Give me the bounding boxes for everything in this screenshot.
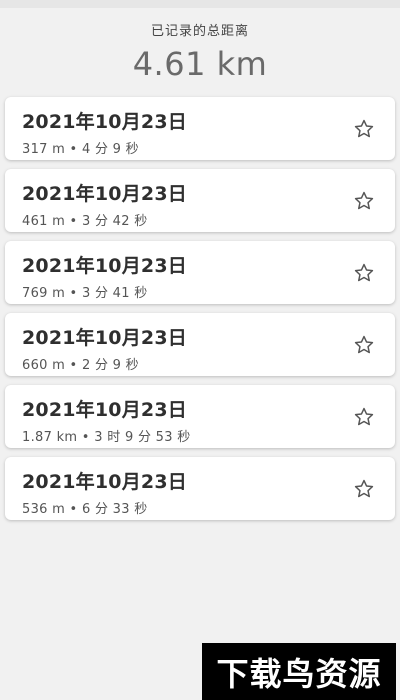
star-outline-icon[interactable] — [353, 190, 375, 212]
record-date: 2021年10月23日 — [22, 471, 187, 493]
record-date: 2021年10月23日 — [22, 255, 187, 277]
star-outline-icon[interactable] — [353, 406, 375, 428]
star-outline-icon[interactable] — [353, 334, 375, 356]
record-date: 2021年10月23日 — [22, 327, 187, 349]
record-meta: 1.87 km • 3 时 9 分 53 秒 — [22, 430, 191, 445]
total-distance-value: 4.61 km — [132, 45, 268, 83]
record-card[interactable]: 2021年10月23日 536 m • 6 分 33 秒 — [5, 457, 395, 520]
record-meta: 660 m • 2 分 9 秒 — [22, 358, 139, 373]
record-card[interactable]: 2021年10月23日 317 m • 4 分 9 秒 — [5, 97, 395, 160]
record-meta: 317 m • 4 分 9 秒 — [22, 142, 139, 157]
star-outline-icon[interactable] — [353, 478, 375, 500]
summary-header: 已记录的总距离 4.61 km — [0, 20, 400, 83]
record-card[interactable]: 2021年10月23日 1.87 km • 3 时 9 分 53 秒 — [5, 385, 395, 448]
record-card[interactable]: 2021年10月23日 769 m • 3 分 41 秒 — [5, 241, 395, 304]
record-date: 2021年10月23日 — [22, 183, 187, 205]
record-meta: 769 m • 3 分 41 秒 — [22, 286, 148, 301]
record-list: 2021年10月23日 317 m • 4 分 9 秒 2021年10月23日 … — [5, 97, 395, 529]
star-outline-icon[interactable] — [353, 118, 375, 140]
total-distance-label: 已记录的总距离 — [150, 24, 249, 39]
record-card[interactable]: 2021年10月23日 660 m • 2 分 9 秒 — [5, 313, 395, 376]
record-date: 2021年10月23日 — [22, 399, 187, 421]
record-meta: 536 m • 6 分 33 秒 — [22, 502, 148, 517]
status-bar-strip — [0, 0, 400, 8]
watermark-text: 下载鸟资源 — [216, 654, 382, 693]
record-meta: 461 m • 3 分 42 秒 — [22, 214, 148, 229]
star-outline-icon[interactable] — [353, 262, 375, 284]
record-card[interactable]: 2021年10月23日 461 m • 3 分 42 秒 — [5, 169, 395, 232]
record-date: 2021年10月23日 — [22, 111, 187, 133]
watermark-logo: 下载鸟资源 — [202, 643, 396, 700]
